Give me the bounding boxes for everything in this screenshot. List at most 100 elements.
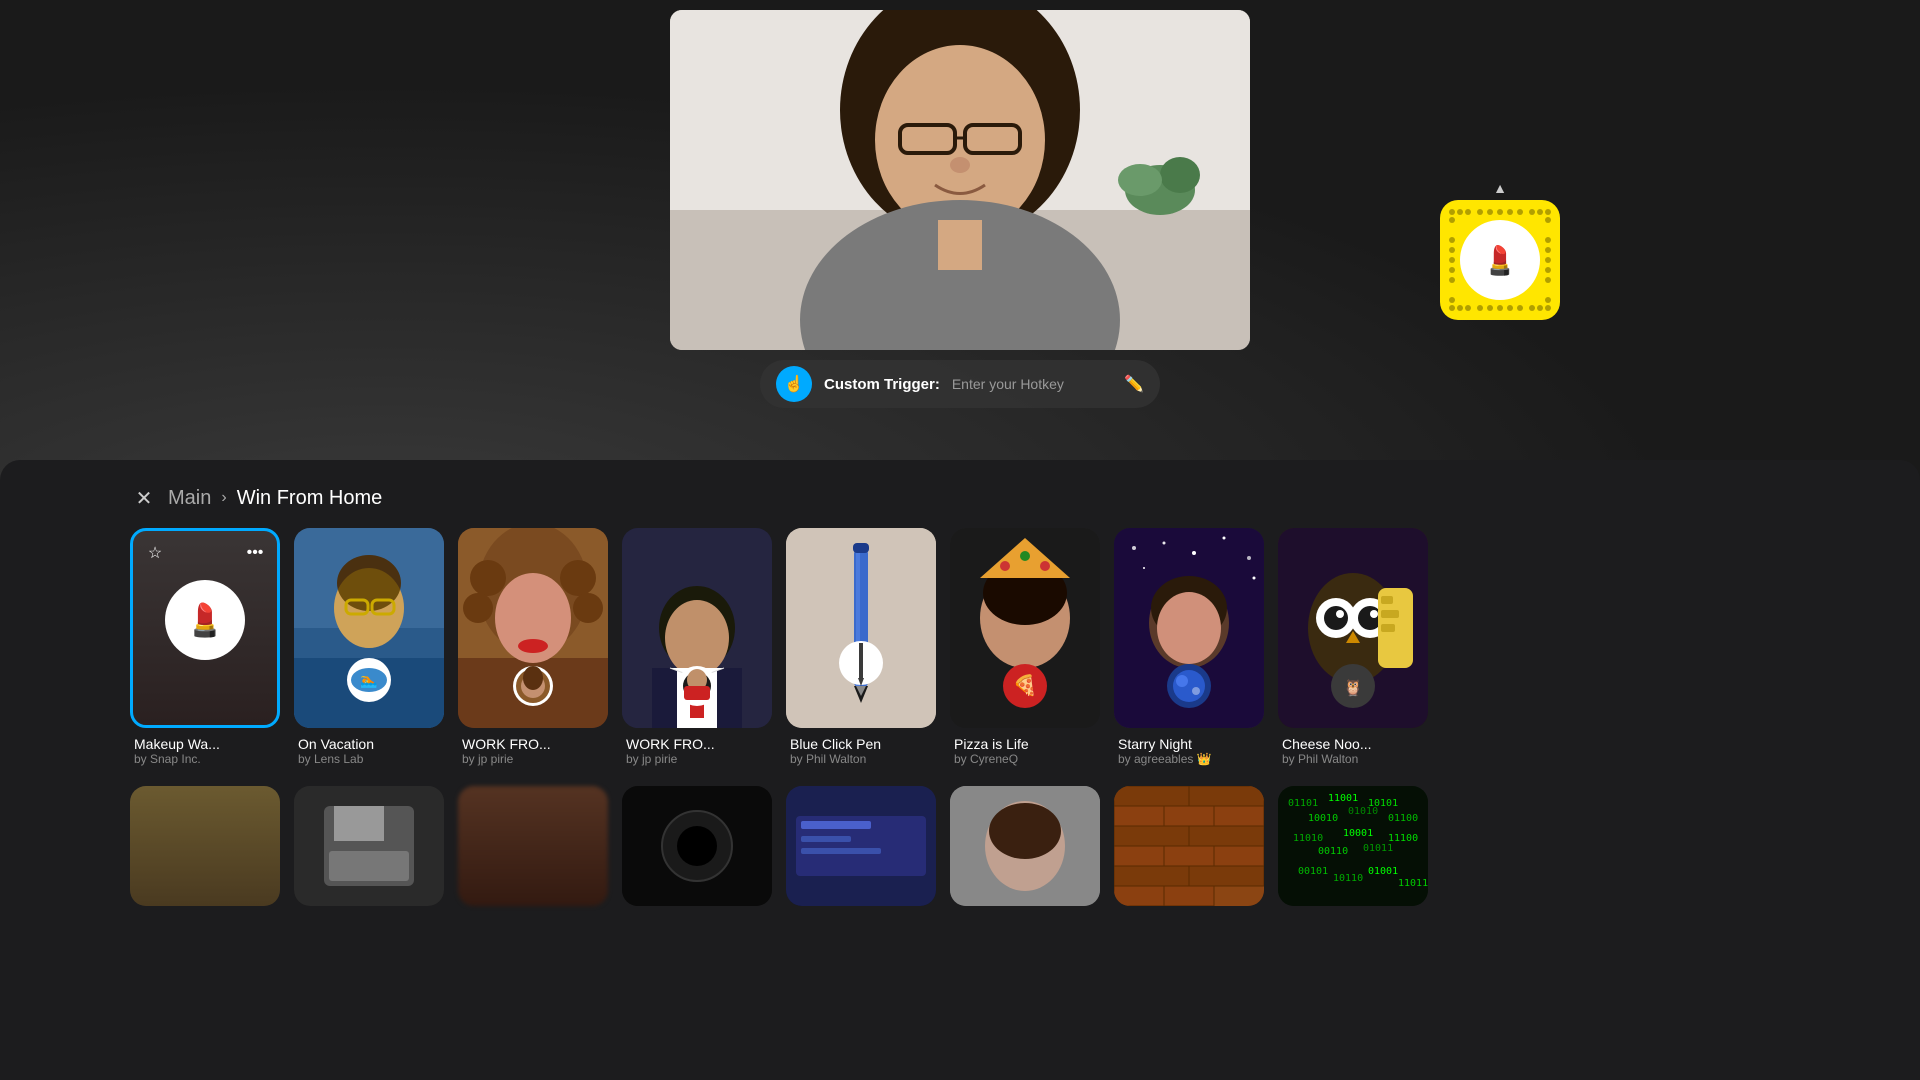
dark-preview bbox=[622, 786, 772, 906]
lens-author-workfrom2: by jp pirie bbox=[626, 752, 768, 766]
workfrom1-preview bbox=[458, 528, 608, 728]
svg-text:10101: 10101 bbox=[1368, 798, 1398, 809]
svg-text:🦉: 🦉 bbox=[1343, 679, 1363, 697]
lens-name-workfrom1: WORK FRO... bbox=[462, 736, 604, 752]
lens-thumb-workfrom2 bbox=[622, 528, 772, 728]
breadcrumb-current: Win From Home bbox=[237, 487, 383, 510]
lens-author-vacation: by Lens Lab bbox=[298, 752, 440, 766]
snapcode-box[interactable]: 💄 bbox=[1440, 200, 1560, 320]
trigger-finger-icon: ☝️ bbox=[776, 366, 812, 402]
svg-text:11010: 11010 bbox=[1293, 833, 1323, 844]
makeup-icon: 💄 bbox=[165, 580, 245, 660]
lens-card-workfrom1[interactable]: WORK FRO... by jp pirie bbox=[458, 528, 608, 770]
lens-name-makeup: Makeup Wa... bbox=[134, 736, 276, 752]
lens-info-workfrom1: WORK FRO... by jp pirie bbox=[458, 728, 608, 770]
snapcode-widget[interactable]: ▲ bbox=[1440, 180, 1560, 320]
lens-panel: ✕ Main › Win From Home ☆ ••• 💄 Makeup Wa… bbox=[0, 460, 1920, 1080]
trigger-label-text: Custom Trigger: bbox=[824, 376, 940, 393]
lens-thumb-row2-4 bbox=[622, 786, 772, 906]
breadcrumb-chevron-icon: › bbox=[221, 489, 226, 507]
vacation-preview: 🏊 bbox=[294, 528, 444, 728]
more-button-makeup[interactable]: ••• bbox=[241, 539, 269, 567]
lens-card-workfrom2[interactable]: WORK FRO... by jp pirie bbox=[622, 528, 772, 770]
lens-card-row2-6[interactable] bbox=[950, 786, 1100, 906]
lens-author-pizza: by CyreneQ bbox=[954, 752, 1096, 766]
lens-card-row2-7[interactable] bbox=[1114, 786, 1264, 906]
lens-card-row2-3[interactable] bbox=[458, 786, 608, 906]
lens-thumb-row2-6 bbox=[950, 786, 1100, 906]
lens-card-pen[interactable]: Blue Click Pen by Phil Walton bbox=[786, 528, 936, 770]
custom-trigger-bar[interactable]: ☝️ Custom Trigger: Enter your Hotkey ✏️ bbox=[760, 360, 1160, 408]
lens-name-cheese: Cheese Noo... bbox=[1282, 736, 1424, 752]
lens-info-starry: Starry Night by agreeables 👑 bbox=[1114, 728, 1264, 770]
lens-card-row2-2[interactable] bbox=[294, 786, 444, 906]
lens-name-starry: Starry Night bbox=[1118, 736, 1260, 752]
svg-text:10010: 10010 bbox=[1308, 813, 1338, 824]
breadcrumb-main[interactable]: Main bbox=[168, 487, 211, 510]
svg-text:11100: 11100 bbox=[1388, 833, 1418, 844]
lens-info-makeup: Makeup Wa... by Snap Inc. bbox=[130, 728, 280, 770]
svg-text:01001: 01001 bbox=[1368, 866, 1398, 877]
lens-info-pen: Blue Click Pen by Phil Walton bbox=[786, 728, 936, 770]
lens-info-vacation: On Vacation by Lens Lab bbox=[294, 728, 444, 770]
lens-thumb-row2-7 bbox=[1114, 786, 1264, 906]
gray-preview bbox=[950, 786, 1100, 906]
video-preview bbox=[670, 10, 1250, 350]
blue-preview bbox=[786, 786, 936, 906]
brick-preview bbox=[1114, 786, 1264, 906]
lens-thumb-row2-8: 01101 10010 11001 01010 10101 01100 1101… bbox=[1278, 786, 1428, 906]
pizza-preview: 🍕 bbox=[950, 528, 1100, 728]
svg-text:🏊: 🏊 bbox=[360, 672, 377, 689]
person-video bbox=[670, 10, 1250, 350]
lens-thumb-vacation: 🏊 bbox=[294, 528, 444, 728]
lens-card-row2-4[interactable] bbox=[622, 786, 772, 906]
lens-card-makeup[interactable]: ☆ ••• 💄 Makeup Wa... by Snap Inc. bbox=[130, 528, 280, 770]
lens-card-vacation[interactable]: 🏊 On Vacation by Lens Lab bbox=[294, 528, 444, 770]
lens-author-pen: by Phil Walton bbox=[790, 752, 932, 766]
lens-info-cheese: Cheese Noo... by Phil Walton bbox=[1278, 728, 1428, 770]
lens-thumb-pen bbox=[786, 528, 936, 728]
svg-text:01100: 01100 bbox=[1388, 813, 1418, 824]
lens-author-workfrom1: by jp pirie bbox=[462, 752, 604, 766]
lens-grid-row2: 01101 10010 11001 01010 10101 01100 1101… bbox=[0, 786, 1920, 906]
svg-text:10001: 10001 bbox=[1343, 828, 1373, 839]
video-frame bbox=[670, 10, 1250, 350]
lens-author-cheese: by Phil Walton bbox=[1282, 752, 1424, 766]
lens-card-row2-1[interactable] bbox=[130, 786, 280, 906]
lens-info-workfrom2: WORK FRO... by jp pirie bbox=[622, 728, 772, 770]
snapcode-chevron-icon[interactable]: ▲ bbox=[1485, 180, 1515, 196]
lens-card-row2-5[interactable] bbox=[786, 786, 936, 906]
close-button[interactable]: ✕ bbox=[130, 484, 158, 512]
lens-thumb-pizza: 🍕 bbox=[950, 528, 1100, 728]
lens-name-workfrom2: WORK FRO... bbox=[626, 736, 768, 752]
lens-card-pizza[interactable]: 🍕 Pizza is Life by CyreneQ bbox=[950, 528, 1100, 770]
lens-card-starry[interactable]: Starry Night by agreeables 👑 bbox=[1114, 528, 1264, 770]
floppy-preview bbox=[294, 786, 444, 906]
svg-text:11011: 11011 bbox=[1398, 878, 1428, 889]
lens-thumb-row2-1 bbox=[130, 786, 280, 906]
lens-card-row2-8[interactable]: 01101 10010 11001 01010 10101 01100 1101… bbox=[1278, 786, 1428, 906]
trigger-edit-icon[interactable]: ✏️ bbox=[1124, 374, 1144, 394]
lens-thumb-workfrom1 bbox=[458, 528, 608, 728]
cheese-preview: 🦉 bbox=[1278, 528, 1428, 728]
matrix-preview: 01101 10010 11001 01010 10101 01100 1101… bbox=[1278, 786, 1428, 906]
svg-text:01011: 01011 bbox=[1363, 843, 1393, 854]
svg-text:00101: 00101 bbox=[1298, 866, 1328, 877]
starry-preview bbox=[1114, 528, 1264, 728]
lens-thumb-makeup: ☆ ••• 💄 bbox=[130, 528, 280, 728]
svg-text:11001: 11001 bbox=[1328, 793, 1358, 804]
lens-info-pizza: Pizza is Life by CyreneQ bbox=[950, 728, 1100, 770]
lens-author-makeup: by Snap Inc. bbox=[134, 752, 276, 766]
svg-text:00110: 00110 bbox=[1318, 846, 1348, 857]
svg-text:🍕: 🍕 bbox=[1013, 673, 1038, 697]
trigger-hotkey-input[interactable]: Enter your Hotkey bbox=[952, 376, 1112, 392]
star-button-makeup[interactable]: ☆ bbox=[141, 539, 169, 567]
lens-thumb-row2-5 bbox=[786, 786, 936, 906]
lens-thumb-row2-2 bbox=[294, 786, 444, 906]
breadcrumb: ✕ Main › Win From Home bbox=[0, 460, 1920, 528]
lens-thumb-cheese: 🦉 bbox=[1278, 528, 1428, 728]
lens-name-vacation: On Vacation bbox=[298, 736, 440, 752]
lens-card-cheese[interactable]: 🦉 Cheese Noo... by Phil Walton bbox=[1278, 528, 1428, 770]
lens-grid-row1: ☆ ••• 💄 Makeup Wa... by Snap Inc. bbox=[0, 528, 1920, 770]
lens-name-pizza: Pizza is Life bbox=[954, 736, 1096, 752]
